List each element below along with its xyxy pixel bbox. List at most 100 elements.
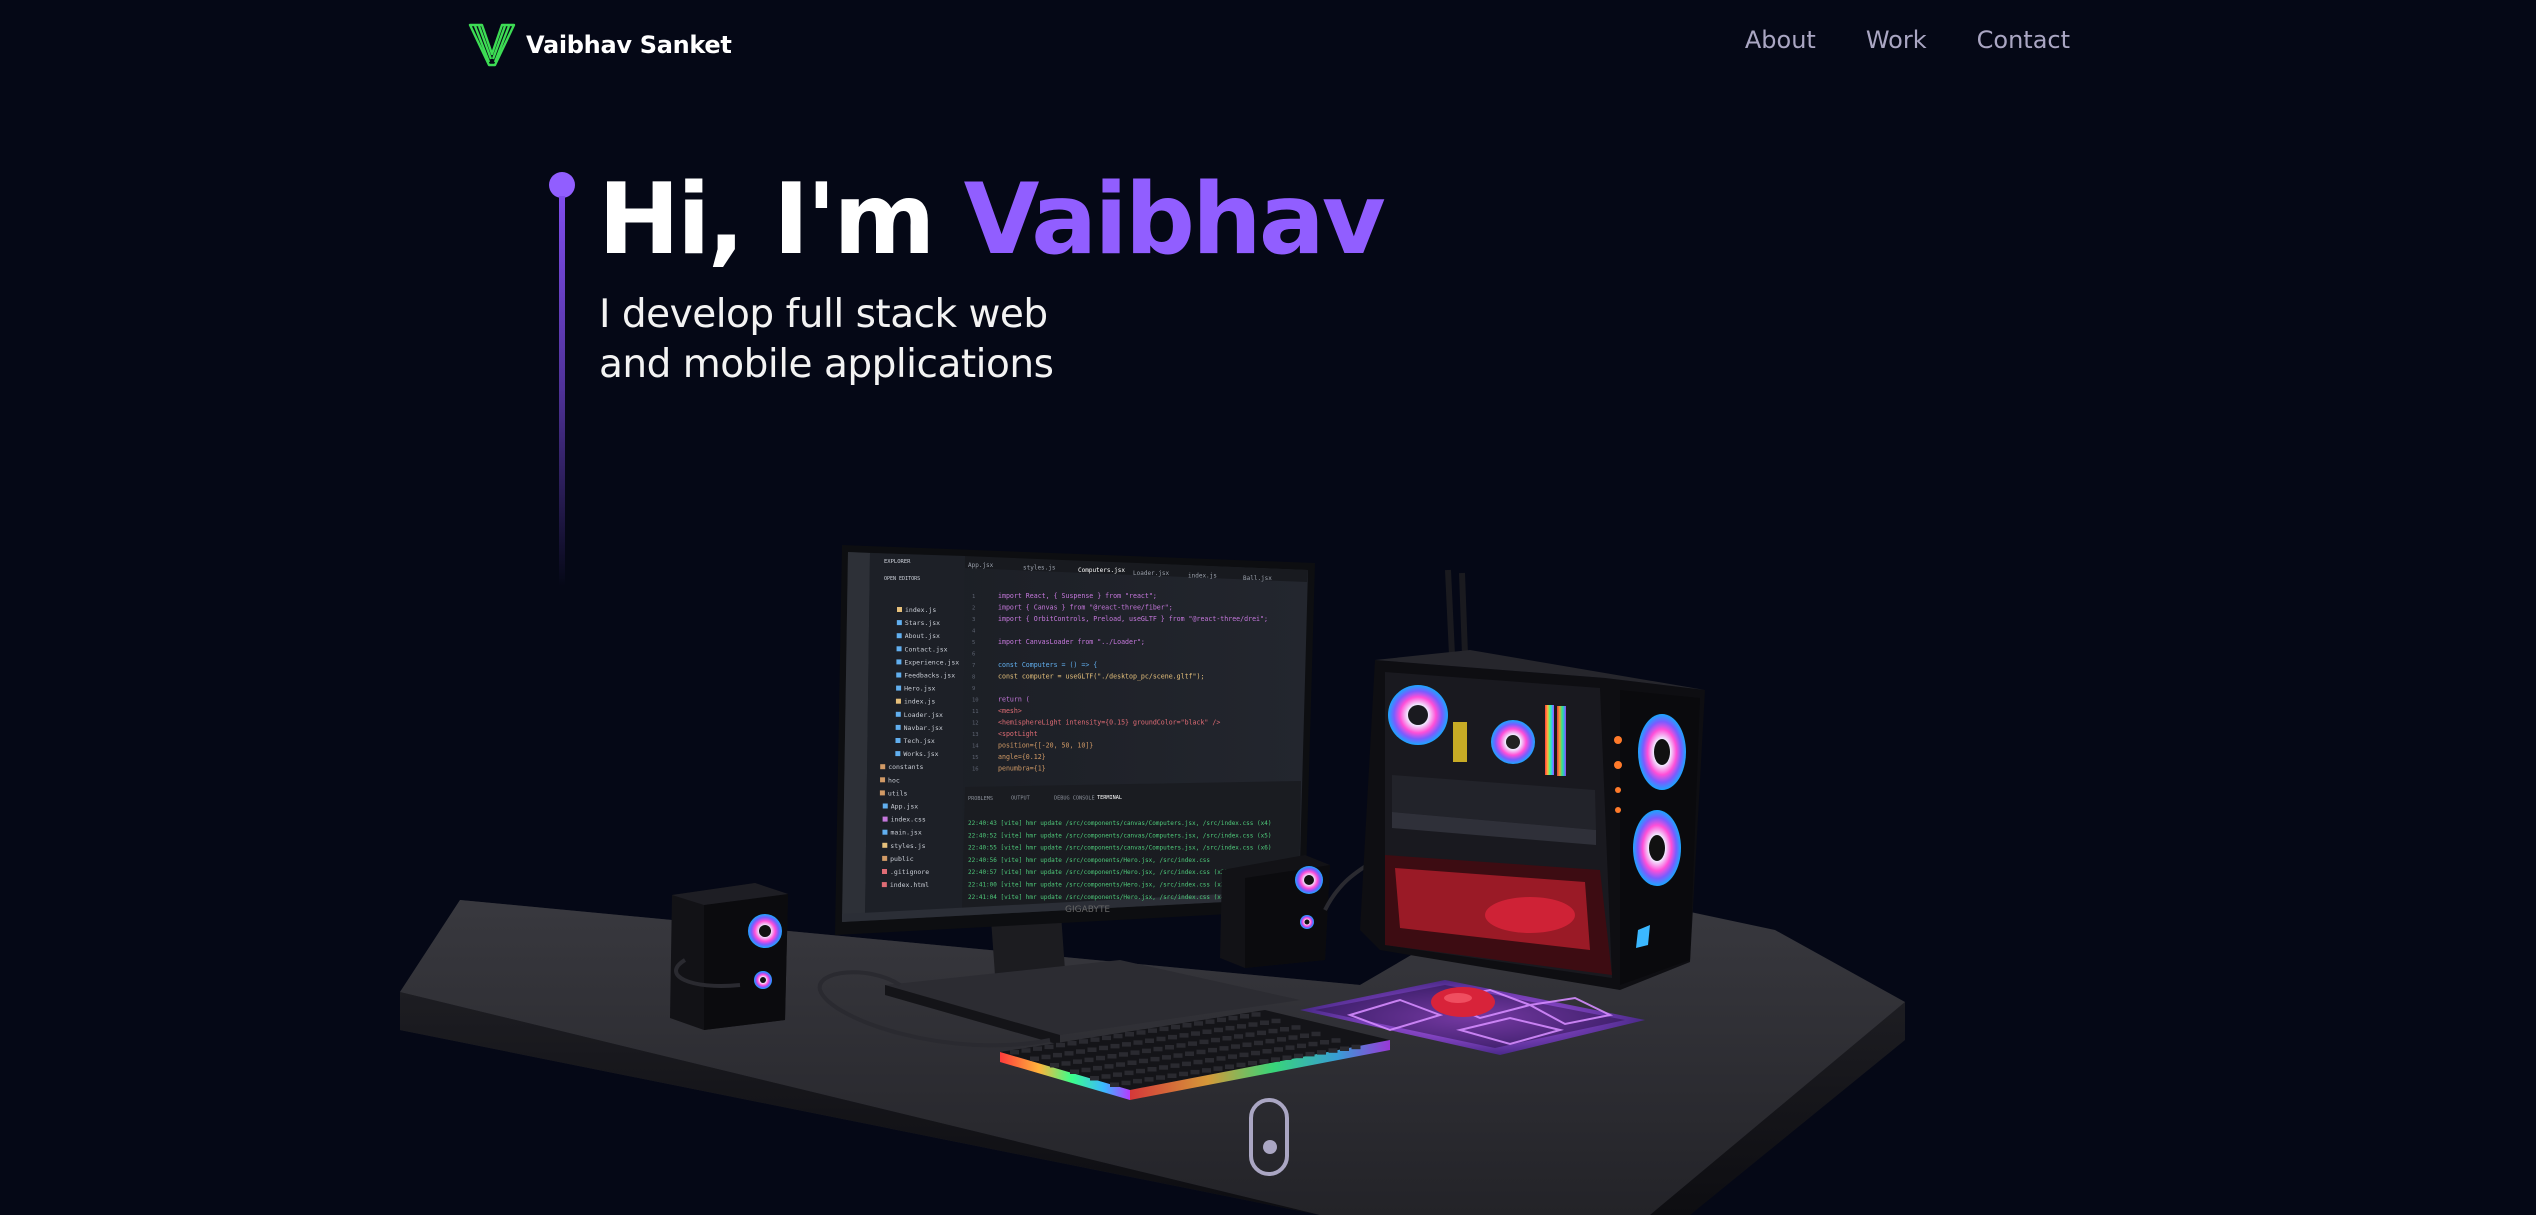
keyboard-key bbox=[1294, 1053, 1303, 1059]
code-line: import React, { Suspense } from "react"; bbox=[998, 592, 1157, 600]
terminal-line: 22:40:43 [vite] hmr update /src/componen… bbox=[968, 820, 1271, 827]
keyboard-key bbox=[1248, 1060, 1257, 1066]
keyboard-key bbox=[1159, 1026, 1169, 1032]
left-speaker bbox=[670, 883, 788, 1030]
explorer-file: index.js bbox=[904, 698, 935, 706]
scroll-indicator-dot bbox=[1263, 1140, 1277, 1154]
keyboard-key bbox=[1081, 1067, 1091, 1073]
file-icon bbox=[895, 711, 901, 717]
keyboard-key bbox=[1194, 1021, 1203, 1026]
keyboard-key bbox=[1213, 1066, 1223, 1071]
keyboard-key bbox=[1228, 1054, 1237, 1059]
editor-tab: Loader.jsx bbox=[1133, 570, 1170, 577]
keyboard-key bbox=[1271, 1057, 1280, 1062]
explorer-file: Stars.jsx bbox=[905, 619, 940, 627]
keyboard-key bbox=[1122, 1042, 1131, 1047]
code-line: import CanvasLoader from "../Loader"; bbox=[998, 638, 1145, 646]
keyboard-key bbox=[1159, 1065, 1168, 1070]
keyboard-key bbox=[1254, 1040, 1263, 1046]
keyboard-key bbox=[1308, 1041, 1318, 1047]
line-number: 8 bbox=[972, 675, 975, 681]
line-number: 14 bbox=[972, 744, 979, 750]
explorer-file: index.html bbox=[890, 881, 929, 889]
keyboard-key bbox=[1010, 1050, 1019, 1055]
explorer-file: constants bbox=[888, 763, 923, 771]
keyboard-key bbox=[1167, 1073, 1177, 1078]
keyboard-key bbox=[1124, 1070, 1134, 1076]
keyboard-key bbox=[1139, 1058, 1148, 1064]
file-icon bbox=[895, 738, 901, 743]
keyboard-key bbox=[1093, 1065, 1102, 1071]
keyboard-key bbox=[1271, 1018, 1281, 1024]
keyboard-key bbox=[1196, 1049, 1206, 1055]
keyboard-key bbox=[1110, 1043, 1120, 1049]
file-icon bbox=[896, 685, 902, 691]
keyboard-key bbox=[1070, 1069, 1079, 1074]
keyboard-key bbox=[1127, 1060, 1137, 1065]
keyboard-key bbox=[1216, 1056, 1226, 1061]
keyboard-key bbox=[1185, 1051, 1194, 1056]
code-line: <hemisphereLight intensity={0.15} ground… bbox=[998, 719, 1220, 727]
keyboard-key bbox=[1090, 1037, 1100, 1042]
keyboard-key bbox=[1231, 1044, 1240, 1049]
keyboard-key bbox=[1245, 1032, 1255, 1037]
explorer-file: public bbox=[890, 855, 914, 863]
file-icon bbox=[897, 607, 902, 612]
terminal-line: 22:41:04 [vite] hmr update /src/componen… bbox=[968, 894, 1228, 901]
keyboard-key bbox=[1121, 1080, 1131, 1086]
keyboard-key bbox=[1119, 1052, 1128, 1057]
keyboard-key bbox=[1050, 1063, 1059, 1068]
keyboard-key bbox=[1087, 1047, 1097, 1052]
keyboard-key bbox=[1282, 1055, 1292, 1060]
keyboard-key bbox=[1179, 1071, 1188, 1077]
keyboard-key bbox=[1193, 1059, 1203, 1065]
explorer-file: Navbar.jsx bbox=[904, 724, 943, 732]
explorer-file: styles.js bbox=[890, 842, 925, 850]
code-line: <spotLight bbox=[998, 730, 1038, 738]
explorer-file: Feedbacks.jsx bbox=[904, 672, 955, 680]
keyboard-key bbox=[1171, 1024, 1180, 1030]
keyboard-key bbox=[1147, 1067, 1157, 1072]
keyboard-key bbox=[1265, 1038, 1275, 1044]
keyboard-key bbox=[1084, 1057, 1094, 1063]
file-icon bbox=[896, 633, 902, 639]
keyboard-key bbox=[1260, 1020, 1269, 1025]
file-icon bbox=[881, 882, 887, 888]
line-number: 15 bbox=[972, 755, 979, 761]
keyboard-key bbox=[1116, 1062, 1125, 1067]
keyboard-key bbox=[1225, 1064, 1234, 1069]
line-number: 6 bbox=[972, 652, 975, 658]
terminal-tab: OUTPUT bbox=[1011, 796, 1030, 802]
explorer-file: utils bbox=[888, 789, 908, 797]
keyboard-key bbox=[1053, 1052, 1062, 1058]
file-icon bbox=[882, 803, 888, 809]
keyboard-key bbox=[1130, 1050, 1140, 1055]
keyboard-key bbox=[1205, 1019, 1215, 1024]
line-number: 9 bbox=[972, 686, 975, 692]
desktop-pc-3d-canvas[interactable]: GIGABYTE EXPLORER OPEN EDITORS index.js Sta… bbox=[0, 0, 2536, 1215]
keyboard-key bbox=[1340, 1046, 1349, 1051]
keyboard-key bbox=[1061, 1061, 1071, 1066]
keyboard-key bbox=[1239, 1052, 1249, 1058]
keyboard-key bbox=[1162, 1055, 1171, 1060]
open-editors-label: OPEN EDITORS bbox=[884, 576, 920, 582]
terminal-tab: PROBLEMS bbox=[968, 796, 993, 802]
explorer-file: Experience.jsx bbox=[904, 658, 959, 666]
explorer-file: Hero.jsx bbox=[904, 685, 935, 693]
keyboard-key bbox=[1305, 1051, 1315, 1057]
keyboard-key bbox=[1242, 1042, 1252, 1047]
line-number: 12 bbox=[972, 721, 979, 727]
explorer-file: .gitignore bbox=[890, 868, 929, 876]
explorer-file: main.jsx bbox=[890, 829, 921, 837]
keyboard-key bbox=[1268, 1028, 1278, 1034]
keyboard-key bbox=[1285, 1045, 1295, 1050]
keyboard-key bbox=[1257, 1030, 1266, 1036]
keyboard-key bbox=[1248, 1022, 1258, 1027]
file-icon bbox=[880, 764, 886, 770]
keyboard-key bbox=[1113, 1072, 1122, 1077]
terminal-tab: TERMINAL bbox=[1097, 795, 1122, 801]
keyboard-key bbox=[1176, 1043, 1186, 1048]
keyboard-key bbox=[1311, 1031, 1321, 1037]
scroll-down-indicator[interactable] bbox=[1249, 1098, 1289, 1176]
keyboard-key bbox=[1165, 1045, 1174, 1050]
